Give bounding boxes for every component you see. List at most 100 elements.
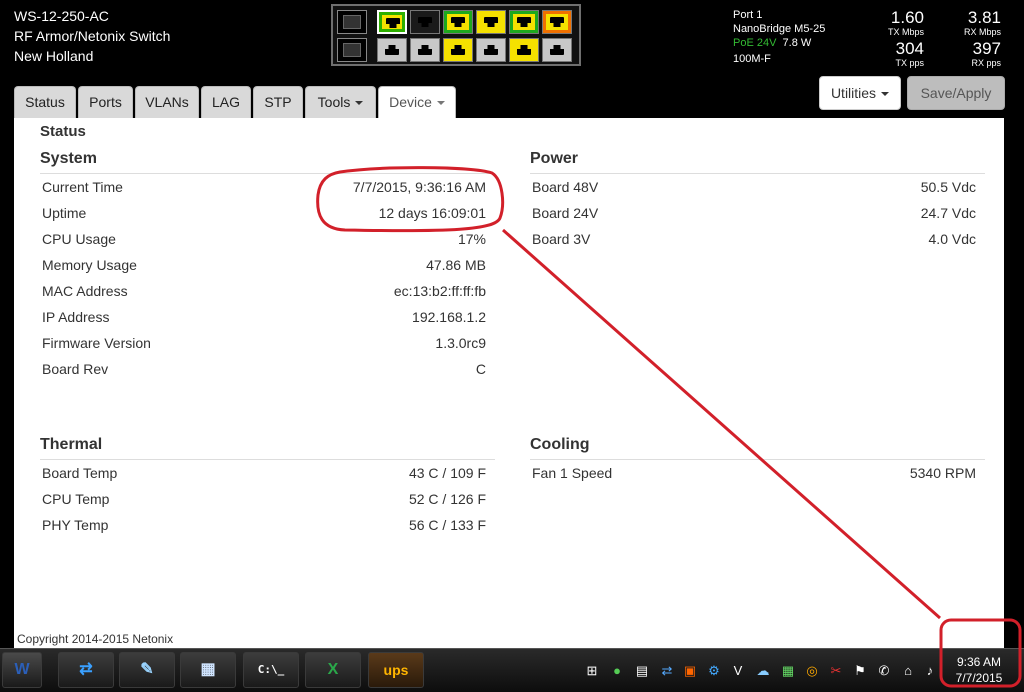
windows-icon[interactable]: ⊞ <box>584 663 600 679</box>
avast-icon[interactable]: ◎ <box>804 663 820 679</box>
rx-mbps-value: 3.81 <box>967 8 1001 27</box>
table-row: Firmware Version 1.3.0rc9 <box>40 330 495 356</box>
row-value: 4.0 Vdc <box>928 231 976 247</box>
taskbar: W ⇄ ✎ ▦ C:\_ X ups ⊞ ● ▤ ⇄ ▣ ⚙ V ☁ ▦ ◎ ✂… <box>0 648 1024 692</box>
tab-status[interactable]: Status <box>14 86 76 118</box>
network-icon[interactable]: ▤ <box>634 663 650 679</box>
rx-mbps-stat: 3.81 RX Mbps <box>944 8 1001 38</box>
poe-power: 7.8 W <box>782 37 812 49</box>
vmware-icon[interactable]: V <box>730 663 746 679</box>
chevron-down-icon <box>881 92 890 97</box>
port-11[interactable] <box>542 10 572 34</box>
table-row: Board Temp 43 C / 109 F <box>40 460 495 486</box>
table-row: Uptime 12 days 16:09:01 <box>40 200 495 226</box>
row-label: Firmware Version <box>42 335 151 351</box>
device-location: New Holland <box>14 48 94 64</box>
row-value: 12 days 16:09:01 <box>378 205 486 221</box>
excel-icon[interactable]: X <box>305 652 361 688</box>
port-8[interactable] <box>476 38 506 62</box>
tab-stp[interactable]: STP <box>253 86 303 118</box>
table-row: MAC Address ec:13:b2:ff:ff:fb <box>40 278 495 304</box>
port-5[interactable] <box>443 10 473 34</box>
system-title: System <box>40 148 495 174</box>
tx-mbps-label: TX Mbps <box>887 27 924 37</box>
tab-vlans[interactable]: VLANs <box>135 86 199 118</box>
tx-mbps-stat: 1.60 TX Mbps <box>868 8 924 38</box>
save-apply-button[interactable]: Save/Apply <box>907 76 1005 110</box>
row-value: 1.3.0rc9 <box>435 335 486 351</box>
clock-time: 9:36 AM <box>956 655 1002 669</box>
teamviewer-tray-icon[interactable]: ⇄ <box>659 663 675 679</box>
skype-icon[interactable]: ☁ <box>755 663 771 679</box>
row-label: Board Temp <box>42 465 118 481</box>
port-7[interactable] <box>476 10 506 34</box>
row-label: Board 24V <box>532 205 599 221</box>
device-info: WS-12-250-AC RF Armor/Netonix Switch New… <box>14 6 170 66</box>
power-title: Power <box>530 148 985 174</box>
settings-icon[interactable]: ⚙ <box>706 663 722 679</box>
tab-ports[interactable]: Ports <box>78 86 133 118</box>
teamviewer-icon[interactable]: ⇄ <box>58 652 114 688</box>
sfp-port-2[interactable] <box>337 38 367 62</box>
calculator-icon[interactable]: ▦ <box>180 652 236 688</box>
flag-icon[interactable]: ⚑ <box>852 663 868 679</box>
tab-device-label: Device <box>389 94 432 110</box>
ups-icon[interactable]: ups <box>368 652 424 688</box>
system-clock[interactable]: 9:36 AM 7/7/2015 <box>944 654 1014 686</box>
row-value: 50.5 Vdc <box>920 179 976 195</box>
row-value: 17% <box>457 231 486 247</box>
table-row: Board 48V 50.5 Vdc <box>530 174 985 200</box>
tab-device[interactable]: Device <box>378 86 456 119</box>
ccleaner-icon[interactable]: ▣ <box>682 663 698 679</box>
clock-date: 7/7/2015 <box>955 671 1003 685</box>
cooling-title: Cooling <box>530 434 985 460</box>
port-10[interactable] <box>509 38 539 62</box>
row-value: C <box>475 361 486 377</box>
utilities-button[interactable]: Utilities <box>819 76 901 110</box>
port-4[interactable] <box>410 38 440 62</box>
page-title: Status <box>40 123 86 140</box>
volume-icon[interactable]: ♪ <box>922 663 938 679</box>
port-panel <box>331 4 581 66</box>
copyright: Copyright 2014-2015 Netonix <box>17 632 174 646</box>
sfp-port-1[interactable] <box>337 10 367 34</box>
system-rows: Current Time 7/7/2015, 9:36:16 AM Uptime 12… <box>40 174 495 382</box>
word-icon[interactable]: W <box>2 652 42 688</box>
tx-pps-stat: 304 TX pps <box>868 40 924 69</box>
scissors-icon[interactable]: ✂ <box>828 663 844 679</box>
tab-lag[interactable]: LAG <box>201 86 251 118</box>
chevron-down-icon <box>355 101 364 106</box>
table-row: CPU Temp 52 C / 126 F <box>40 486 495 512</box>
main-content: Status System Current Time 7/7/2015, 9:36… <box>14 118 1004 648</box>
row-label: Board 48V <box>532 179 599 195</box>
poe-label: PoE 24V <box>733 37 777 49</box>
fax-icon[interactable]: ✆ <box>876 663 892 679</box>
notepad-icon[interactable]: ✎ <box>119 652 175 688</box>
row-label: CPU Temp <box>42 491 110 507</box>
row-value: 43 C / 109 F <box>408 465 486 481</box>
tab-tools[interactable]: Tools <box>305 86 376 118</box>
row-value: 192.168.1.2 <box>412 309 486 325</box>
cooling-rows: Fan 1 Speed 5340 RPM <box>530 460 985 486</box>
row-label: CPU Usage <box>42 231 116 247</box>
port-6[interactable] <box>443 38 473 62</box>
table-row: IP Address 192.168.1.2 <box>40 304 495 330</box>
chevron-down-icon <box>436 101 445 106</box>
port-3[interactable] <box>410 10 440 34</box>
port-2[interactable] <box>377 38 407 62</box>
evernote-icon[interactable]: ● <box>609 663 625 679</box>
port-12[interactable] <box>542 38 572 62</box>
port-9[interactable] <box>509 10 539 34</box>
monitor-icon[interactable]: ▦ <box>780 663 796 679</box>
power-icon[interactable]: ⌂ <box>900 663 916 679</box>
tx-mbps-value: 1.60 <box>890 8 924 27</box>
thermal-title: Thermal <box>40 434 495 460</box>
row-value: 24.7 Vdc <box>920 205 976 221</box>
port-poe: PoE 24V 7.8 W <box>733 36 825 50</box>
cmd-icon[interactable]: C:\_ <box>243 652 299 688</box>
row-label: Uptime <box>42 205 87 221</box>
row-label: Board Rev <box>42 361 109 377</box>
port-1[interactable] <box>377 10 407 34</box>
table-row: Board 24V 24.7 Vdc <box>530 200 985 226</box>
port-label: Port 1 <box>733 9 763 21</box>
